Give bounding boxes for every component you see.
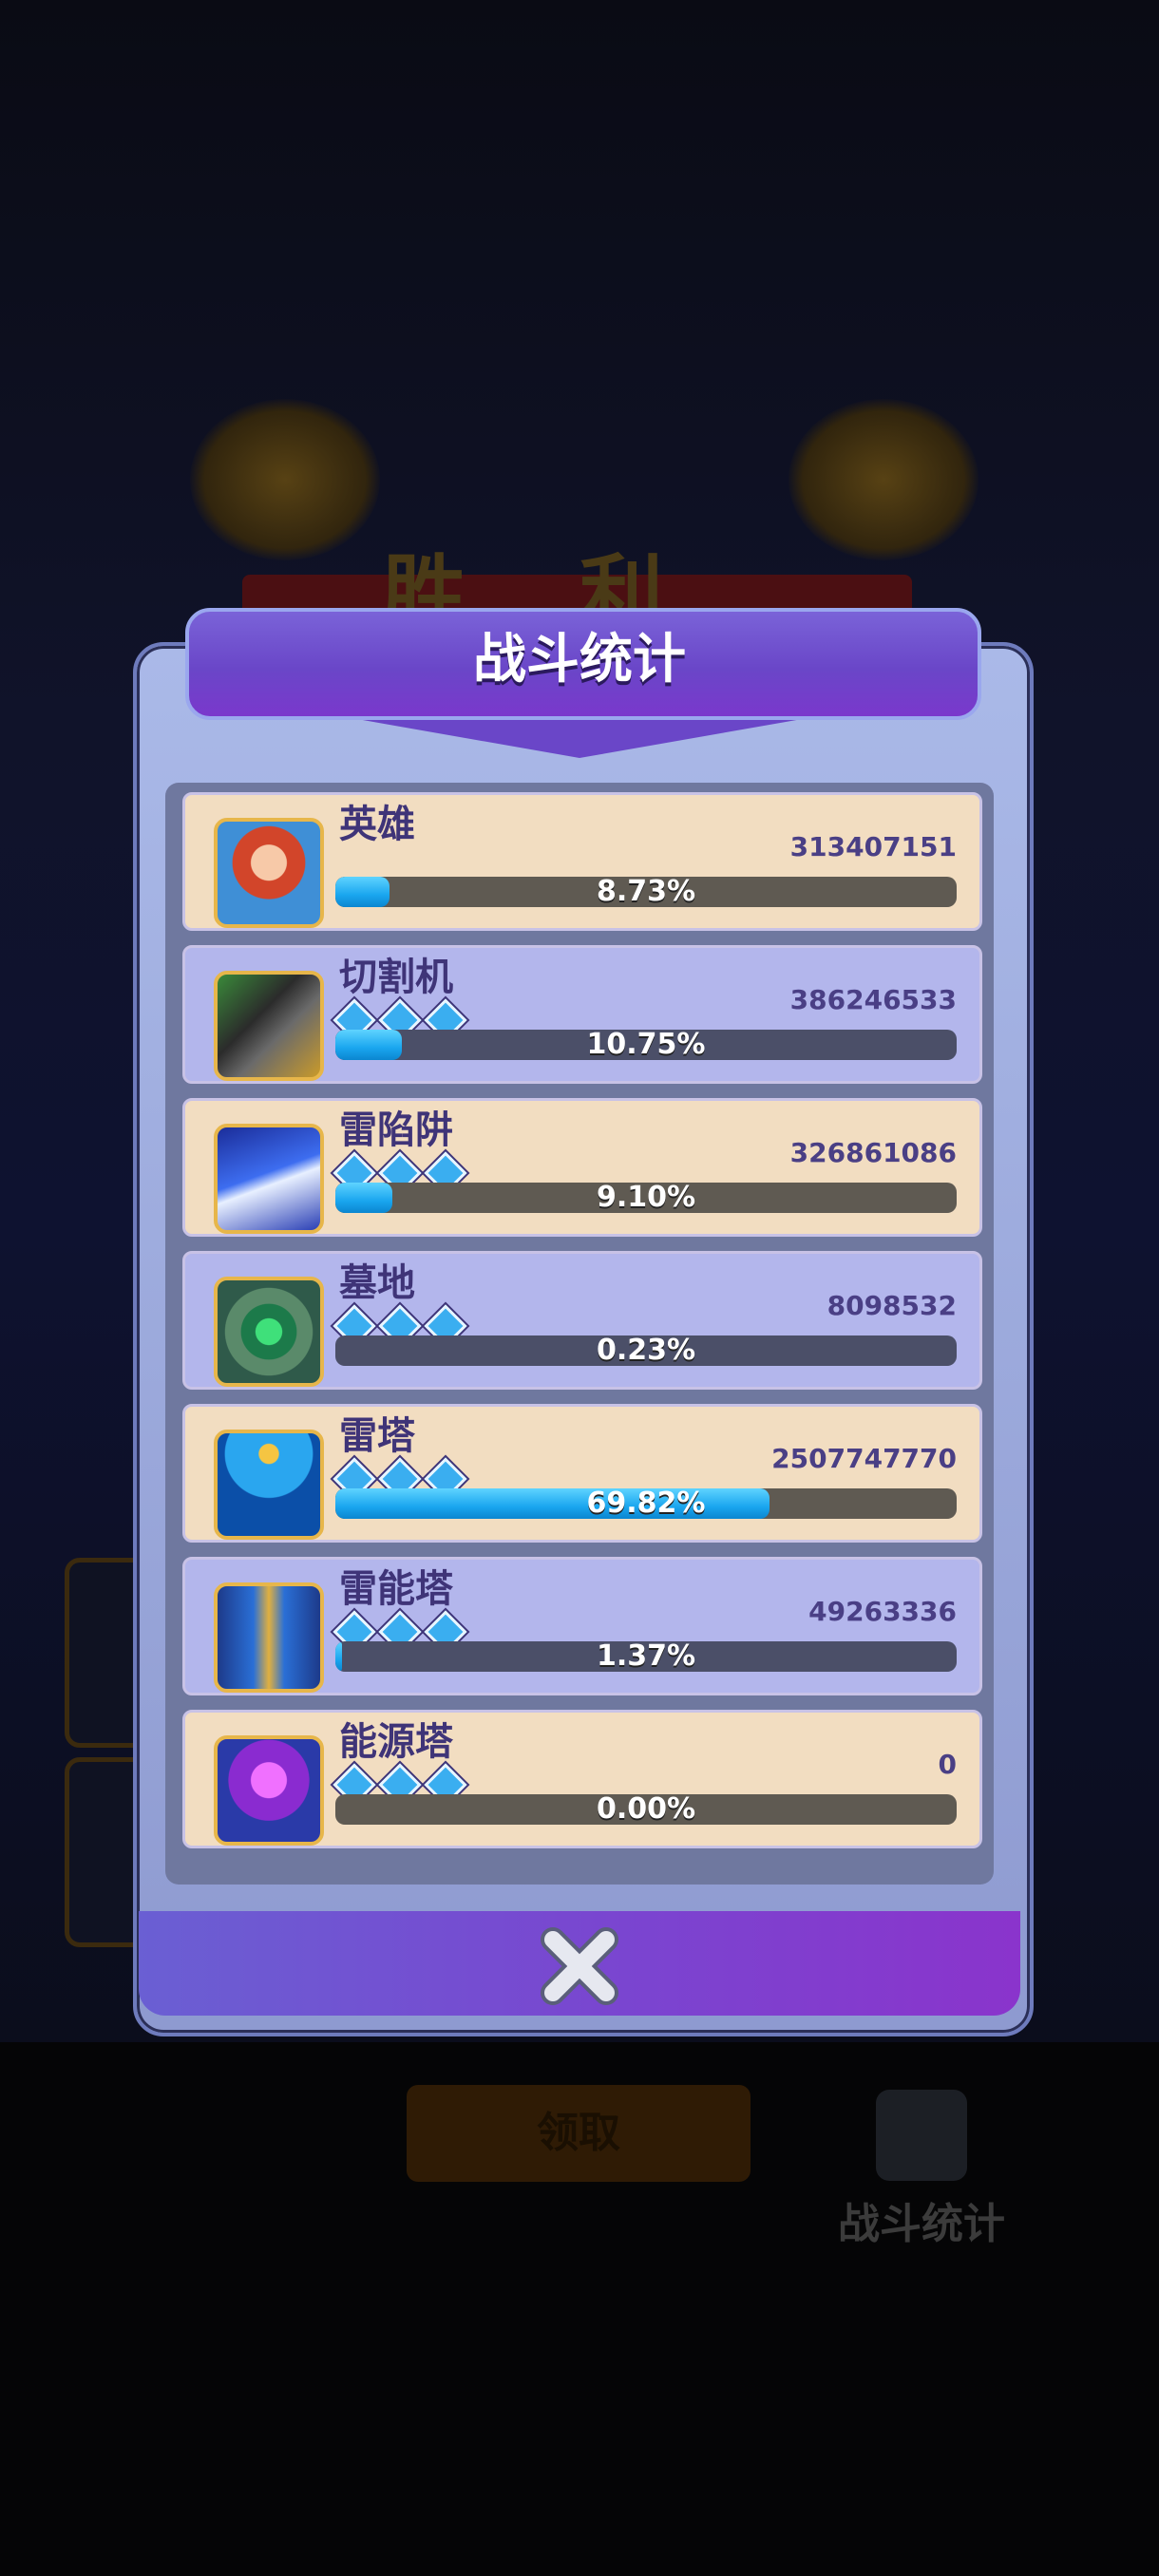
damage-share-bar: 9.10% (335, 1183, 957, 1213)
stat-value: 386246533 (789, 984, 957, 1015)
stat-name: 雷陷阱 (339, 1108, 453, 1152)
stat-name: 切割机 (339, 956, 453, 999)
claim-button[interactable]: 领取 (407, 2085, 750, 2182)
modal-title: 战斗统计 (473, 629, 686, 691)
damage-share-bar: 10.75% (335, 1030, 957, 1060)
battle-stats-button-label[interactable]: 战斗统计 (826, 2189, 1016, 2250)
damage-share-percent: 9.10% (596, 1183, 696, 1213)
stat-value: 49263336 (808, 1596, 957, 1627)
stat-name: 墓地 (339, 1261, 415, 1305)
damage-share-bar: 0.23% (335, 1335, 957, 1366)
damage-share-bar: 1.37% (335, 1641, 957, 1672)
tesla-coil-tower-icon (214, 1430, 324, 1540)
stat-name: 能源塔 (339, 1720, 453, 1764)
stat-row: 雷塔 2507747770 69.82% (182, 1404, 982, 1543)
damage-share-percent: 69.82% (586, 1488, 706, 1519)
spiked-cutter-icon (214, 971, 324, 1081)
stat-value: 0 (938, 1749, 957, 1780)
stat-name: 雷能塔 (339, 1567, 453, 1611)
stat-value: 326861086 (789, 1137, 957, 1168)
graveyard-rune-icon (214, 1277, 324, 1387)
stat-value: 8098532 (826, 1290, 957, 1321)
thunder-energy-tower-icon (214, 1582, 324, 1693)
damage-share-bar: 8.73% (335, 877, 957, 907)
stat-value: 313407151 (789, 831, 957, 862)
stat-name: 英雄 (339, 803, 415, 846)
stat-row: 能源塔 0 0.00% (182, 1710, 982, 1848)
damage-share-percent: 1.37% (596, 1641, 696, 1672)
stat-row: 雷陷阱 326861086 9.10% (182, 1098, 982, 1237)
damage-share-percent: 0.00% (596, 1794, 696, 1825)
battle-stats-sword-icon[interactable] (876, 2090, 967, 2181)
stat-row: 雷能塔 49263336 1.37% (182, 1557, 982, 1695)
damage-share-bar: 0.00% (335, 1794, 957, 1825)
damage-share-percent: 8.73% (596, 877, 696, 907)
close-button[interactable] (538, 1924, 621, 2008)
damage-share-percent: 0.23% (596, 1335, 696, 1366)
hero-elf-portrait-icon (214, 818, 324, 928)
close-x-icon (541, 1927, 618, 2005)
thunder-trap-icon (214, 1124, 324, 1234)
damage-share-percent: 10.75% (586, 1030, 706, 1060)
stat-row: 英雄 313407151 8.73% (182, 792, 982, 931)
stat-row: 切割机 386246533 10.75% (182, 945, 982, 1084)
stat-row: 墓地 8098532 0.23% (182, 1251, 982, 1390)
stat-name: 雷塔 (339, 1414, 415, 1458)
damage-share-bar: 69.82% (335, 1488, 957, 1519)
energy-crystal-tower-icon (214, 1735, 324, 1846)
stat-value: 2507747770 (771, 1443, 957, 1474)
